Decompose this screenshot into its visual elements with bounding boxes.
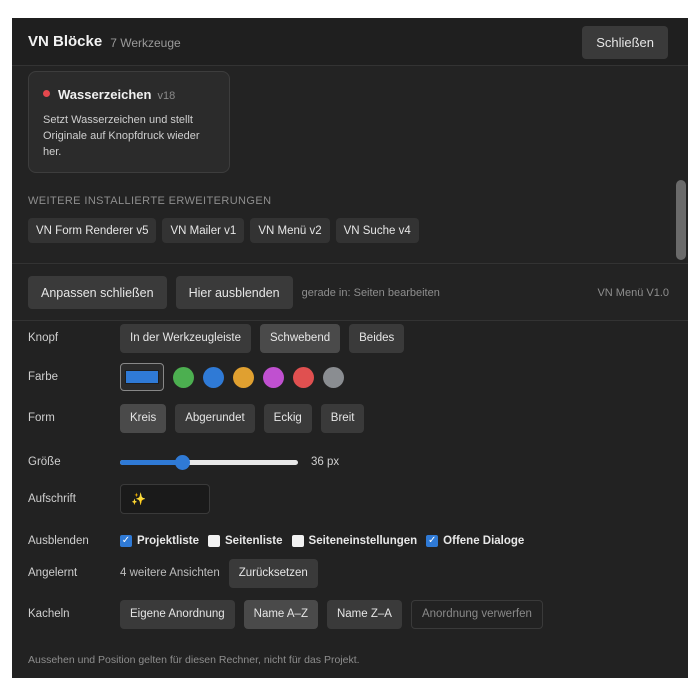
tool-card-wasserzeichen[interactable]: Wasserzeichen v18 Setzt Wasserzeichen und… (28, 71, 230, 173)
extensions-section-label: WEITERE INSTALLIERTE ERWEITERUNGEN (28, 195, 272, 207)
extension-chip[interactable]: VN Suche v4 (335, 218, 419, 243)
caption-input[interactable]: ✨ (120, 484, 210, 514)
scrollbar-thumb[interactable] (676, 180, 686, 260)
checkbox-unchecked-icon[interactable] (208, 535, 220, 547)
tool-description: Setzt Wasserzeichen und stellt Originale… (43, 114, 200, 158)
label-kacheln: Kacheln (28, 608, 70, 620)
label-aufschrift: Aufschrift (28, 493, 76, 505)
close-customize-button[interactable]: Anpassen schließen (28, 276, 167, 309)
color-option-gray[interactable] (323, 366, 344, 388)
checkbox-label: Offene Dialoge (443, 535, 525, 547)
shape-option-kreis[interactable]: Kreis (120, 403, 167, 433)
checkbox-checked-icon[interactable]: ✓ (426, 535, 439, 547)
size-control: 36 px (120, 454, 340, 470)
checkbox-label: Seitenliste (225, 535, 283, 547)
shape-option-eckig[interactable]: Eckig (263, 403, 312, 433)
panel-header: VN Blöcke 7 Werkzeuge Schließen (12, 18, 688, 66)
knopf-option-schwebend[interactable]: Schwebend (260, 323, 341, 353)
learned-control: 4 weitere Ansichten Zurücksetzen (120, 558, 318, 588)
extension-chip[interactable]: VN Mailer v1 (162, 218, 245, 243)
shape-options: Kreis Abgerundet Eckig Breit (120, 403, 365, 433)
slider-fill (120, 459, 183, 465)
label-ausblenden: Ausblenden (28, 535, 89, 547)
tool-count: 7 Werkzeuge (110, 35, 181, 50)
size-value: 36 px (311, 456, 340, 468)
knopf-option-beides[interactable]: Beides (349, 323, 405, 353)
hide-option-projektliste[interactable]: ✓ Projektliste (120, 535, 199, 547)
label-farbe: Farbe (28, 371, 59, 383)
label-angelernt: Angelernt (28, 567, 78, 579)
color-option-orange[interactable] (233, 366, 254, 388)
slider-thumb[interactable] (175, 454, 191, 470)
knopf-option-in-der-werkzeugleiste[interactable]: In der Werkzeugleiste (120, 323, 252, 353)
label-form: Form (28, 412, 55, 424)
extension-chip[interactable]: VN Menü v2 (250, 218, 330, 243)
checkbox-label: Seiteneinstellungen (308, 535, 418, 547)
tiles-option-name-z-a[interactable]: Name Z–A (326, 599, 402, 629)
learned-text: 4 weitere Ansichten (120, 567, 220, 579)
context-text: gerade in: Seiten bearbeiten (301, 286, 440, 299)
tool-list-area[interactable]: Wasserzeichen v18 Setzt Wasserzeichen und… (12, 66, 688, 264)
extension-chip[interactable]: VN Form Renderer v5 (28, 218, 157, 243)
hide-here-button[interactable]: Hier ausblenden (175, 276, 293, 309)
hide-option-seiteneinstellungen[interactable]: Seiteneinstellungen (291, 535, 418, 547)
hide-options: ✓ Projektliste Seitenliste Seiteneinstellun… (120, 535, 533, 547)
label-knopf: Knopf (28, 332, 59, 344)
color-option-green[interactable] (173, 366, 194, 388)
shape-option-abgerundet[interactable]: Abgerundet (175, 403, 255, 433)
caption-control: ✨ (120, 484, 210, 514)
shape-option-breit[interactable]: Breit (320, 403, 365, 433)
color-option-red[interactable] (293, 366, 314, 388)
current-color-swatch[interactable] (120, 363, 164, 391)
color-options (120, 363, 344, 391)
reset-button[interactable]: Zurücksetzen (228, 558, 318, 588)
status-dot-icon (43, 90, 50, 98)
hide-option-seitenliste[interactable]: Seitenliste (208, 535, 283, 547)
tiles-option-eigene-anordnung[interactable]: Eigene Anordnung (120, 599, 235, 629)
close-button[interactable]: Schließen (582, 26, 668, 59)
extension-chips: VN Form Renderer v5 VN Mailer v1 VN Menü v… (28, 218, 419, 243)
checkbox-label: Projektliste (137, 535, 199, 547)
tiles-options: Eigene Anordnung Name A–Z Name Z–A Anordnun… (120, 599, 543, 629)
footer-note: Aussehen und Position gelten für diesen … (28, 654, 360, 666)
tiles-option-name-a-z[interactable]: Name A–Z (243, 599, 318, 629)
label-groesse: Größe (28, 456, 61, 468)
blocks-panel: VN Blöcke 7 Werkzeuge Schließen Wasserze… (12, 18, 688, 678)
tool-name: Wasserzeichen (58, 87, 152, 102)
panel-title: VN Blöcke (28, 33, 103, 50)
checkbox-checked-icon[interactable]: ✓ (120, 535, 132, 547)
customize-toolbar: Anpassen schließen Hier ausblenden gerad… (12, 265, 688, 321)
hide-option-offene-dialoge[interactable]: ✓ Offene Dialoge (426, 535, 524, 547)
knopf-options: In der Werkzeugleiste Schwebend Beides (120, 323, 405, 353)
size-slider[interactable] (120, 454, 298, 470)
module-version: VN Menü V1.0 (597, 286, 669, 299)
discard-arrangement-button[interactable]: Anordnung verwerfen (410, 599, 543, 629)
color-option-blue[interactable] (203, 366, 224, 388)
color-option-purple[interactable] (263, 366, 284, 388)
tool-version: v18 (157, 90, 176, 102)
checkbox-unchecked-icon[interactable] (291, 535, 304, 547)
